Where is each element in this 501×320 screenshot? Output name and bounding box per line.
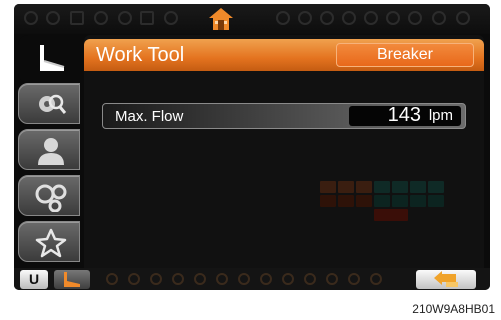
status-bar — [14, 4, 490, 34]
bottom-bar: U — [14, 268, 490, 290]
graph-block — [338, 195, 354, 207]
graph-block — [428, 181, 444, 193]
display-screen: Work Tool Breaker Max. Flow 143 lpm U — [14, 4, 490, 290]
indicator-icon — [282, 273, 294, 285]
indicator-icon — [364, 11, 378, 25]
battery-icon — [140, 11, 154, 25]
graph-block — [410, 181, 426, 193]
side-tab-settings[interactable] — [18, 83, 80, 124]
graph-block — [320, 181, 336, 193]
main-panel: Work Tool Breaker Max. Flow 143 lpm — [84, 35, 484, 268]
graph-block — [356, 181, 372, 193]
indicator-icon — [128, 273, 140, 285]
side-tab-work-tool[interactable] — [18, 35, 84, 83]
work-tool-header: Work Tool Breaker — [84, 39, 484, 71]
indicator-icon — [432, 11, 446, 25]
graph-block — [338, 181, 354, 193]
indicator-icon — [106, 273, 118, 285]
graph-block — [392, 181, 408, 193]
figure-caption: 210W9A8HB01 — [412, 302, 495, 316]
work-tool-shortcut-button[interactable] — [54, 270, 90, 289]
side-tab-user[interactable] — [18, 129, 80, 170]
side-tab-monitoring[interactable] — [18, 175, 80, 216]
graph-block — [428, 195, 444, 207]
graph-block — [410, 195, 426, 207]
graph-block — [374, 195, 390, 207]
indicator-icon — [46, 11, 60, 25]
indicator-icon — [276, 11, 290, 25]
graph-block — [374, 181, 390, 193]
indicator-icon — [150, 273, 162, 285]
return-arrow-icon — [434, 271, 458, 287]
indicator-icon — [216, 273, 228, 285]
graph-block — [374, 209, 408, 221]
gear-magnifier-icon — [39, 94, 67, 114]
max-flow-row[interactable]: Max. Flow 143 lpm — [102, 103, 466, 129]
breaker-tool-icon — [40, 45, 65, 71]
max-flow-value: 143 — [387, 104, 421, 126]
indicator-icon — [348, 273, 360, 285]
indicator-icon — [94, 11, 108, 25]
indicator-icon — [408, 11, 422, 25]
work-tool-selector-button[interactable]: Breaker — [336, 43, 474, 67]
gauges-icon — [35, 184, 67, 212]
graph-block — [356, 195, 372, 207]
indicator-icon — [118, 11, 132, 25]
indicator-icon — [386, 11, 400, 25]
indicator-icon — [456, 11, 470, 25]
work-tool-title: Work Tool — [96, 44, 185, 66]
user-icon — [38, 138, 64, 165]
indicator-icon — [298, 11, 312, 25]
indicator-icon — [342, 11, 356, 25]
exit-button[interactable] — [416, 270, 476, 289]
star-icon — [35, 228, 67, 258]
warning-icon — [24, 11, 38, 25]
graph-block — [392, 195, 408, 207]
side-tab-favorites[interactable] — [18, 221, 80, 262]
max-flow-unit: lpm — [428, 107, 453, 124]
side-menu — [14, 35, 84, 268]
u-button[interactable]: U — [20, 270, 48, 289]
home-icon[interactable] — [208, 7, 234, 31]
indicator-icon — [320, 11, 334, 25]
max-flow-label: Max. Flow — [115, 108, 184, 125]
indicator-icon — [194, 273, 206, 285]
indicator-icon — [326, 273, 338, 285]
indicator-icon — [260, 273, 272, 285]
breaker-tool-icon — [64, 272, 80, 287]
indicator-icon — [238, 273, 250, 285]
graph-block — [320, 195, 336, 207]
max-flow-value-box: 143 lpm — [349, 104, 461, 126]
indicator-icon — [70, 11, 84, 25]
indicator-icon — [164, 11, 178, 25]
indicator-icon — [172, 273, 184, 285]
indicator-icon — [370, 273, 382, 285]
indicator-icon — [304, 273, 316, 285]
